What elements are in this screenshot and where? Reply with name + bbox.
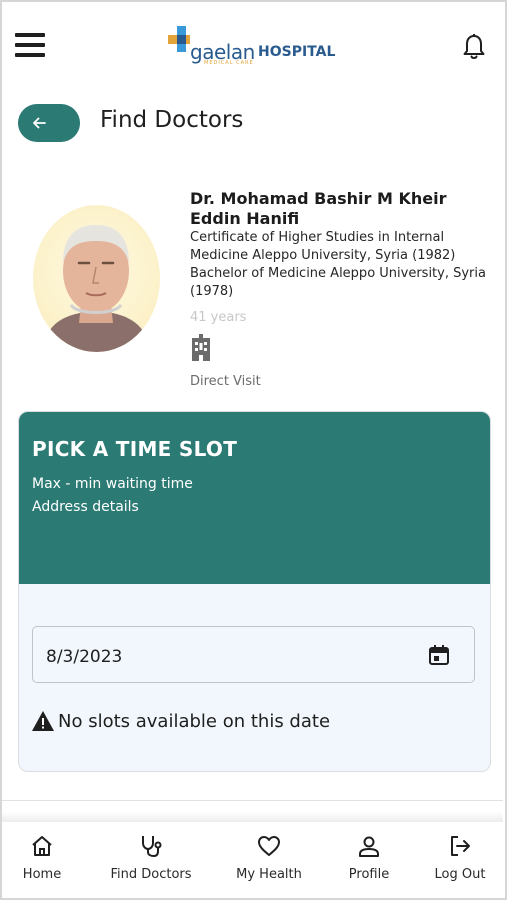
doctor-avatar	[33, 205, 160, 352]
nav-label-log-out: Log Out	[434, 867, 486, 882]
bell-icon[interactable]	[462, 33, 486, 61]
nav-shadow	[2, 812, 503, 822]
heart-icon	[258, 836, 280, 856]
nav-item-my-health[interactable]: My Health	[234, 822, 304, 896]
waiting-time-text: Max - min waiting time	[32, 476, 193, 492]
doctor-photo	[43, 225, 150, 352]
nav-item-log-out[interactable]: Log Out	[432, 822, 488, 896]
address-text: Address details	[32, 499, 139, 515]
time-slot-title: PICK A TIME SLOT	[32, 437, 238, 461]
nav-label-home: Home	[22, 867, 62, 882]
arrow-left-icon	[33, 117, 46, 129]
page-title: Find Doctors	[100, 107, 244, 133]
menu-icon-line	[15, 53, 45, 57]
back-button[interactable]	[18, 104, 80, 142]
bottom-navigation: Home Find Doctors My Health Profile Log …	[2, 822, 503, 896]
nav-item-home[interactable]: Home	[21, 822, 63, 896]
doctor-qualifications: Certificate of Higher Studies in Interna…	[190, 230, 486, 299]
user-icon	[359, 836, 379, 857]
nav-label-my-health: My Health	[236, 867, 302, 882]
menu-button[interactable]	[15, 33, 45, 59]
no-slots-message: No slots available on this date	[31, 710, 330, 732]
content-divider	[2, 800, 503, 801]
warning-icon	[32, 711, 54, 731]
hospital-building-icon	[192, 334, 210, 361]
doctor-name: Dr. Mohamad Bashir M Kheir Eddin Hanifi	[190, 189, 447, 228]
home-icon	[32, 836, 52, 856]
time-slot-header: PICK A TIME SLOT Max - min waiting time …	[19, 412, 490, 584]
calendar-icon[interactable]	[428, 644, 450, 666]
stethoscope-icon	[142, 836, 162, 858]
no-slots-text: No slots available on this date	[58, 710, 331, 732]
menu-icon-line	[15, 43, 45, 47]
menu-icon	[15, 33, 45, 37]
hospital-logo: gaelan HOSPITAL MEDICAL CARE	[168, 24, 338, 70]
date-value[interactable]: 8/3/2023	[46, 647, 122, 667]
visit-type: Direct Visit	[190, 374, 261, 389]
logo-tagline: MEDICAL CARE	[204, 60, 254, 66]
nav-label-find-doctors: Find Doctors	[110, 867, 192, 882]
logo-hospital-text: HOSPITAL	[258, 44, 336, 60]
logout-icon	[451, 836, 470, 856]
time-slot-card: PICK A TIME SLOT Max - min waiting time …	[18, 411, 491, 772]
nav-item-profile[interactable]: Profile	[345, 822, 393, 896]
nav-item-find-doctors[interactable]: Find Doctors	[106, 822, 196, 896]
doctor-experience: 41 years	[190, 310, 247, 325]
nav-label-profile: Profile	[348, 867, 390, 882]
date-input[interactable]: 8/3/2023	[32, 626, 475, 683]
